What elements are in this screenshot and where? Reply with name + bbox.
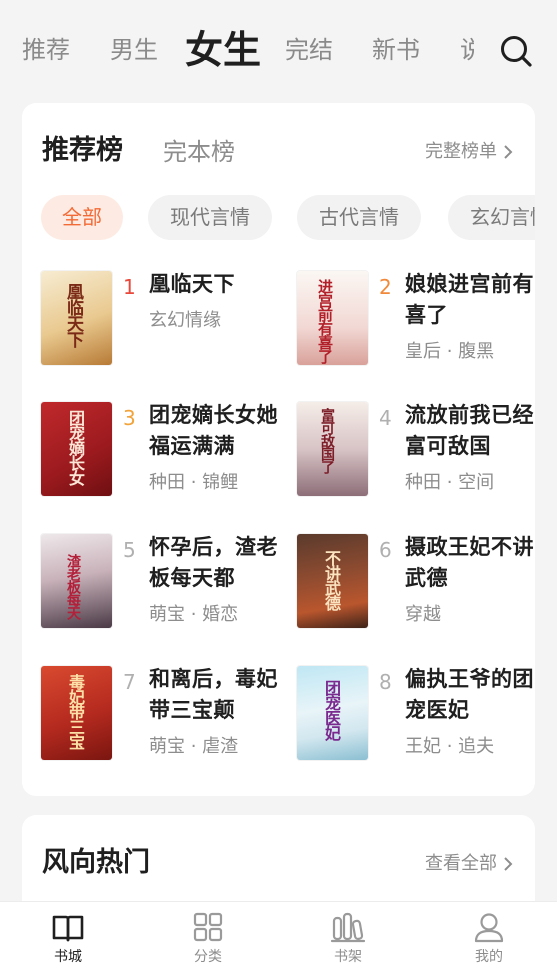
cover-title: 渣老板每天 (65, 554, 81, 619)
chip-fantasy-romance[interactable]: 玄幻言情 (448, 195, 535, 240)
book-tags: 种田 · 锦鲤 (149, 472, 239, 493)
view-all-link[interactable]: 查看全部 (425, 851, 513, 877)
book-item[interactable]: 不讲武德 6 摄政王妃不讲武德 穿越 (297, 534, 535, 634)
rank-number: 3 (123, 406, 136, 430)
book-cover: 不讲武德 (297, 534, 368, 628)
book-tags: 王妃 · 追夫 (405, 736, 495, 757)
tab-male[interactable]: 男生 (110, 34, 158, 66)
channel-tab-bar: 推荐 男生 女生 完结 新书 说 (0, 0, 557, 100)
book-item[interactable]: 团宠嫡长女 3 团宠嫡长女她福运满满 种田 · 锦鲤 (41, 402, 281, 502)
nav-category[interactable]: 分类 (168, 912, 248, 976)
book-item[interactable]: 凰临天下 1 凰临天下 玄幻情缘 (41, 271, 281, 371)
nav-label: 书城 (54, 949, 82, 965)
book-tags: 穿越 (405, 604, 441, 625)
chip-modern-romance[interactable]: 现代言情 (148, 195, 272, 240)
category-chip-bar: 全部 现代言情 古代言情 玄幻言情 (41, 195, 535, 241)
chevron-right-icon (504, 145, 513, 159)
chip-ancient-romance[interactable]: 古代言情 (297, 195, 421, 240)
tab-recommend[interactable]: 推荐 (22, 34, 70, 66)
nav-label: 书架 (334, 949, 362, 965)
rank-number: 6 (379, 538, 392, 562)
book-cover: 凰临天下 (41, 271, 112, 365)
book-cover: 进宫前有喜了 (297, 271, 368, 365)
search-button[interactable] (498, 33, 534, 69)
book-title: 流放前我已经富可敌国 (405, 403, 534, 458)
rank-number: 1 (123, 275, 136, 299)
recommend-ranking-card: 推荐榜 完本榜 完整榜单 全部 现代言情 古代言情 玄幻言情 凰临天下 1 凰临… (22, 103, 535, 796)
book-tags: 皇后 · 腹黑 (405, 341, 495, 362)
book-cover: 渣老板每天 (41, 534, 112, 628)
bookshelf-icon (330, 912, 366, 943)
book-item[interactable]: 渣老板每天 5 怀孕后，渣老板每天都 萌宝 · 婚恋 (41, 534, 281, 634)
cover-title: 凰临天下 (63, 283, 83, 347)
cover-title: 进宫前有喜了 (316, 279, 334, 363)
cover-title: 团宠嫡长女 (66, 410, 85, 485)
book-cover: 毒妃带三宝 (41, 666, 112, 760)
full-ranking-label: 完整榜单 (425, 141, 497, 162)
book-title: 偏执王爷的团宠医妃 (405, 667, 534, 722)
nav-bookshelf[interactable]: 书架 (308, 912, 388, 976)
full-ranking-link[interactable]: 完整榜单 (425, 139, 513, 165)
nav-label: 我的 (475, 949, 503, 965)
rank-number: 8 (379, 670, 392, 694)
nav-profile[interactable]: 我的 (449, 912, 529, 976)
book-tags: 萌宝 · 虐渣 (149, 736, 239, 757)
chevron-right-icon (504, 857, 513, 871)
bottom-nav-bar: 书城 分类 书架 我的 (0, 901, 557, 980)
cover-title: 毒妃带三宝 (66, 674, 85, 749)
hot-trends-title: 风向热门 (42, 847, 150, 878)
tab-female[interactable]: 女生 (185, 26, 261, 74)
book-tags: 萌宝 · 婚恋 (149, 604, 239, 625)
book-title: 团宠嫡长女她福运满满 (149, 403, 278, 458)
book-title: 摄政王妃不讲武德 (405, 535, 534, 590)
book-item[interactable]: 富可敌国了 4 流放前我已经富可敌国 种田 · 空间 (297, 402, 535, 502)
nav-bookstore[interactable]: 书城 (28, 912, 108, 976)
book-title: 凰临天下 (149, 272, 235, 296)
book-tags: 种田 · 空间 (405, 472, 495, 493)
book-item[interactable]: 团宠医妃 8 偏执王爷的团宠医妃 王妃 · 追夫 (297, 666, 535, 766)
tab-new-books[interactable]: 新书 (372, 34, 420, 66)
chip-all[interactable]: 全部 (41, 195, 123, 240)
cover-title: 团宠医妃 (322, 680, 341, 740)
tab-completed[interactable]: 完结 (285, 34, 333, 66)
rank-number: 2 (379, 275, 392, 299)
book-item[interactable]: 进宫前有喜了 2 娘娘进宫前有喜了 皇后 · 腹黑 (297, 271, 535, 371)
cover-title: 富可敌国了 (319, 408, 335, 473)
user-icon (474, 913, 504, 943)
rank-number: 4 (379, 406, 392, 430)
book-cover: 团宠医妃 (297, 666, 368, 760)
rank-number: 7 (123, 670, 136, 694)
search-icon (501, 36, 532, 67)
book-cover: 富可敌国了 (297, 402, 368, 496)
cover-title: 不讲武德 (322, 550, 341, 610)
completed-ranking-tab[interactable]: 完本榜 (163, 135, 235, 169)
book-title: 怀孕后，渣老板每天都 (149, 535, 278, 590)
book-title: 娘娘进宫前有喜了 (405, 272, 534, 327)
tab-more-cut[interactable]: 说 (460, 34, 474, 66)
book-title: 和离后，毒妃带三宝颠 (149, 667, 278, 722)
book-tags: 玄幻情缘 (149, 310, 221, 331)
grid-icon (193, 912, 223, 942)
ranking-title[interactable]: 推荐榜 (42, 133, 123, 169)
nav-label: 分类 (194, 949, 222, 965)
rank-number: 5 (123, 538, 136, 562)
view-all-label: 查看全部 (425, 853, 497, 874)
book-item[interactable]: 毒妃带三宝 7 和离后，毒妃带三宝颠 萌宝 · 虐渣 (41, 666, 281, 766)
book-open-icon (52, 915, 84, 942)
book-cover: 团宠嫡长女 (41, 402, 112, 496)
